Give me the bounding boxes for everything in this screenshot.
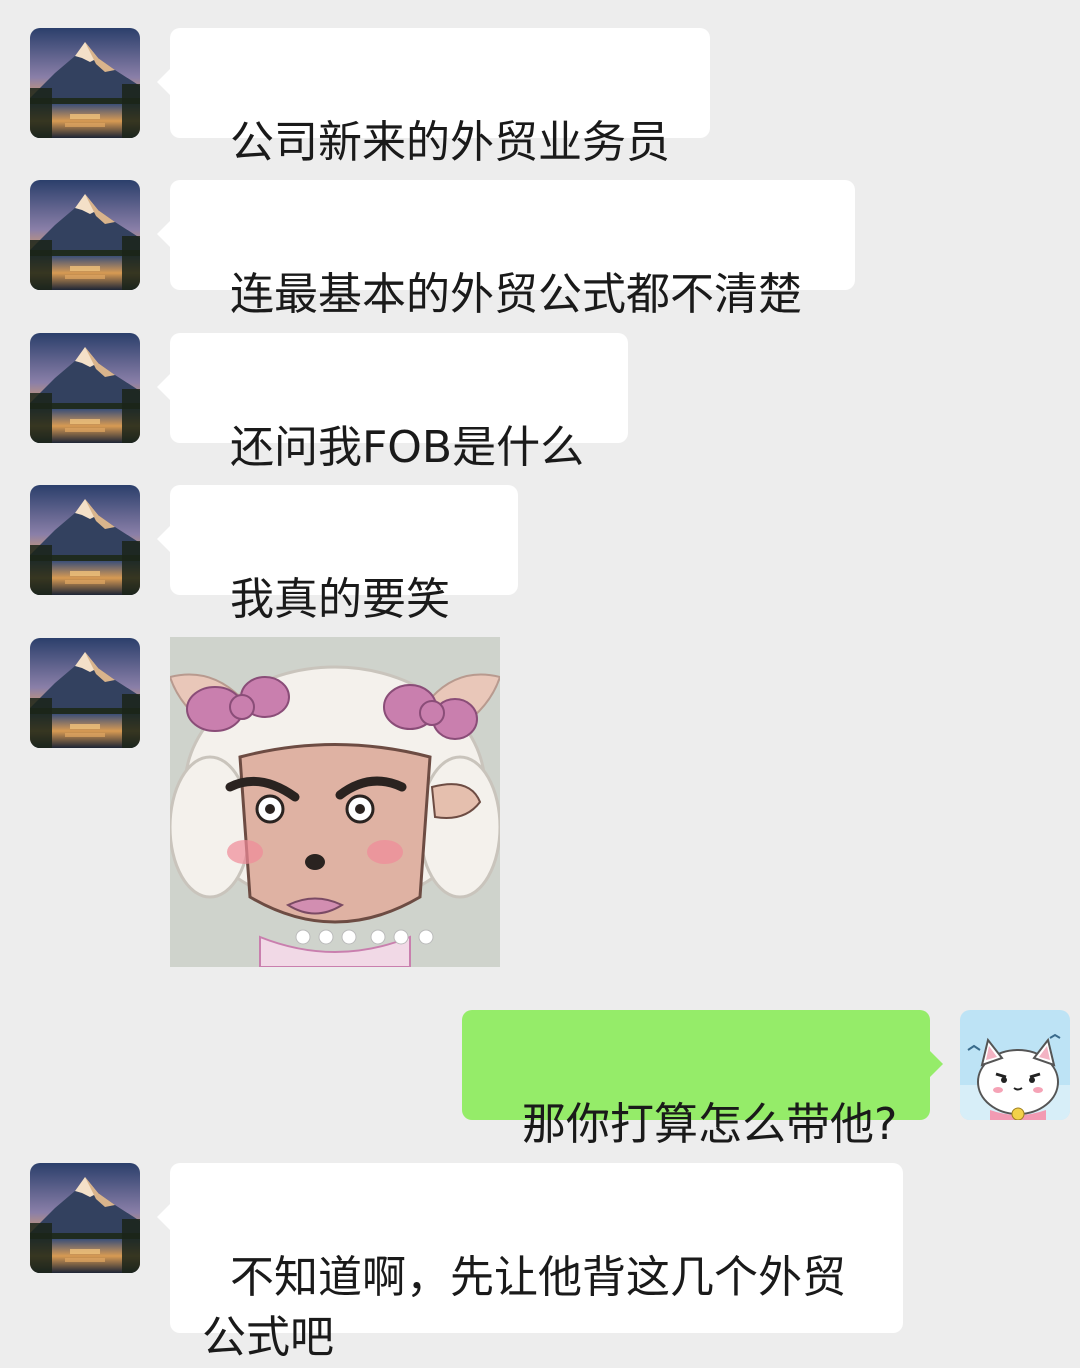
my-message-bubble[interactable]: 那你打算怎么带他?	[462, 1010, 943, 1150]
white-cat-cartoon-avatar-icon	[960, 1010, 1070, 1120]
contact-avatar[interactable]	[30, 180, 140, 290]
mountain-lake-avatar-icon	[30, 28, 140, 138]
my-avatar[interactable]	[960, 1010, 1070, 1120]
mountain-lake-avatar-icon	[30, 485, 140, 595]
message-bubble[interactable]: 我真的要笑死	[157, 485, 518, 685]
contact-avatar[interactable]	[30, 1163, 140, 1273]
message-text: 不知道啊，先让他背这几个外贸 公式吧	[202, 1252, 846, 1363]
mountain-lake-avatar-icon	[30, 638, 140, 748]
contact-avatar[interactable]	[30, 333, 140, 443]
message-bubble[interactable]: 连最基本的外贸公式都不清楚	[157, 180, 855, 320]
message-bubble[interactable]: 不知道啊，先让他背这几个外贸 公式吧	[157, 1163, 903, 1363]
message-text: 连最基本的外贸公式都不清楚	[229, 269, 802, 320]
message-text: 还问我FOB是什么	[229, 422, 585, 473]
mountain-lake-avatar-icon	[30, 180, 140, 290]
message-bubble[interactable]: 公司新来的外贸业务员	[157, 28, 710, 168]
contact-avatar[interactable]	[30, 28, 140, 138]
message-text: 公司新来的外贸业务员	[229, 117, 670, 168]
contact-avatar[interactable]	[30, 638, 140, 748]
sticker-message[interactable]	[170, 637, 500, 967]
contact-avatar[interactable]	[30, 485, 140, 595]
mountain-lake-avatar-icon	[30, 333, 140, 443]
message-text: 那你打算怎么带他?	[521, 1099, 898, 1150]
cartoon-sheep-face-sticker-icon	[170, 637, 500, 967]
message-bubble[interactable]: 还问我FOB是什么	[157, 333, 628, 473]
mountain-lake-avatar-icon	[30, 1163, 140, 1273]
